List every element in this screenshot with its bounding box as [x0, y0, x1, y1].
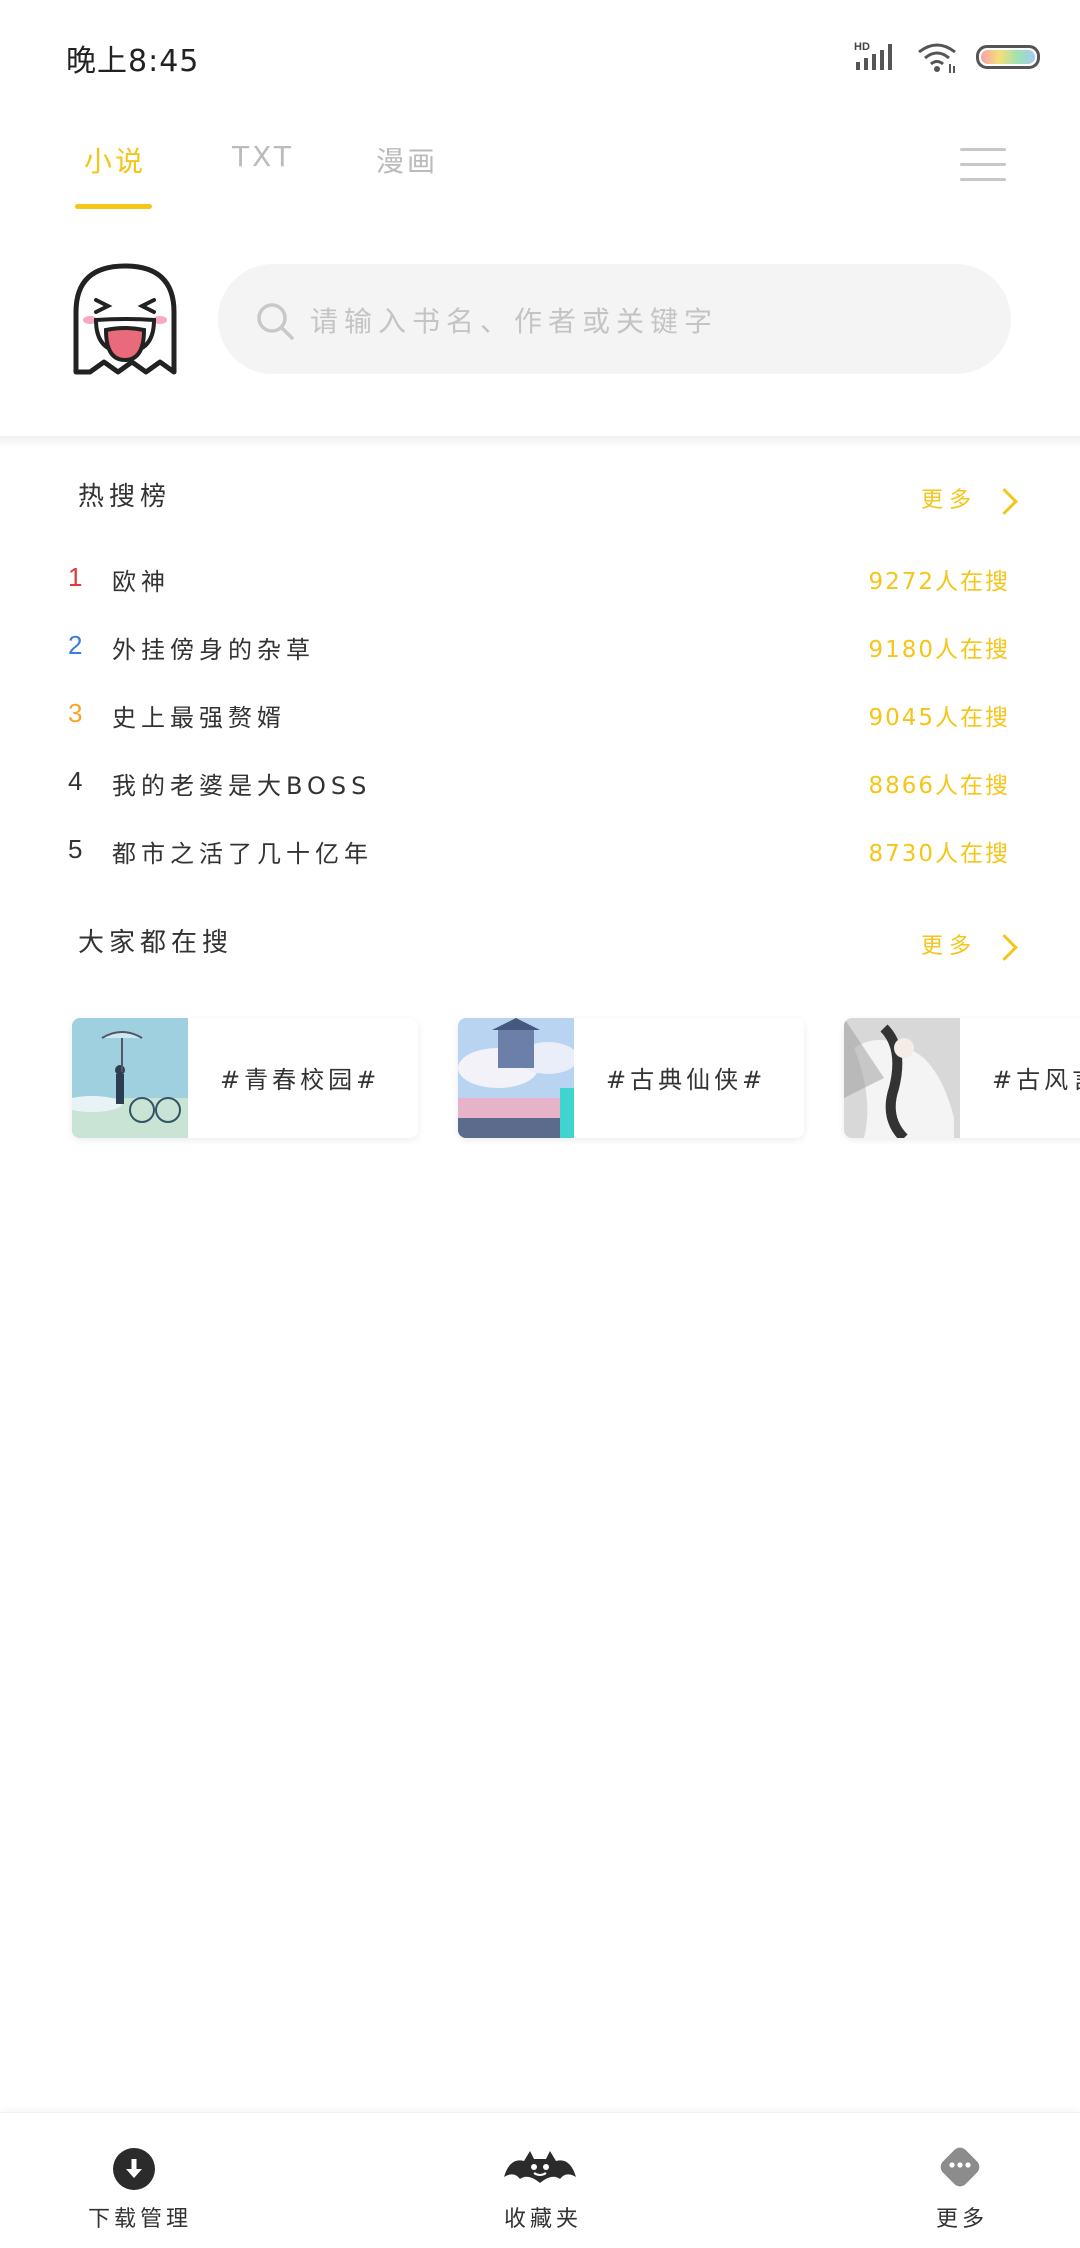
wifi-icon	[918, 43, 956, 73]
tag-label: #古典仙侠#	[606, 1066, 767, 1094]
hot-search-item[interactable]: 1 欧神 9272人在搜	[0, 562, 1080, 612]
bottom-nav-label: 下载管理	[88, 2207, 193, 2232]
category-tabs: 小说 TXT 漫画	[0, 140, 1080, 220]
hot-search-count: 9272人在搜	[868, 569, 1010, 595]
fantasy-castle-thumbnail	[458, 1018, 574, 1138]
bottom-nav-favorites[interactable]: 收藏夹	[500, 2113, 590, 2248]
school-bicycle-thumbnail	[72, 1018, 188, 1138]
hot-search-item[interactable]: 3 史上最强赘婿 9045人在搜	[0, 698, 1080, 748]
tag-card[interactable]: #青春校园#	[72, 1018, 418, 1138]
status-time: 晚上8:45	[66, 44, 200, 79]
search-header: 请输入书名、作者或关键字	[0, 250, 1080, 390]
search-input[interactable]: 请输入书名、作者或关键字	[218, 264, 1011, 374]
tab-novel[interactable]: 小说	[84, 140, 146, 180]
bat-icon	[504, 2151, 576, 2183]
hot-book-name: 外挂傍身的杂草	[112, 636, 315, 664]
everyone-search-title: 大家都在搜	[78, 928, 234, 958]
hot-rank: 5	[68, 834, 83, 864]
download-icon	[113, 2148, 155, 2190]
ancient-style-figure-thumbnail	[844, 1018, 960, 1138]
ghost-mascot-icon[interactable]	[68, 260, 182, 380]
hot-search-item[interactable]: 5 都市之活了几十亿年 8730人在搜	[0, 834, 1080, 884]
search-icon	[257, 303, 294, 340]
status-bar: 晚上8:45 HD	[0, 0, 1080, 110]
hot-book-name: 我的老婆是大BOSS	[112, 772, 372, 800]
tag-card[interactable]: #古典仙侠#	[458, 1018, 804, 1138]
hot-rank: 2	[68, 630, 83, 660]
hot-search-more-button[interactable]: 更多	[920, 482, 1018, 515]
bottom-navigation: 下载管理 收藏夹 更多	[0, 2112, 1080, 2248]
hot-book-name: 欧神	[112, 568, 170, 596]
tag-label: #古风言	[992, 1066, 1080, 1094]
more-label: 更多	[920, 934, 977, 959]
hot-search-count: 9045人在搜	[868, 705, 1010, 731]
hot-rank: 3	[68, 698, 83, 728]
signal-icon: HD	[854, 41, 892, 70]
hot-search-count: 8730人在搜	[868, 841, 1010, 867]
everyone-search-more-button[interactable]: 更多	[920, 928, 1018, 961]
hot-search-count: 8866人在搜	[868, 773, 1010, 799]
hot-rank: 1	[68, 562, 83, 592]
chevron-right-icon	[991, 933, 1018, 961]
chevron-right-icon	[991, 487, 1018, 515]
tag-card-carousel[interactable]: #青春校园# #古典仙侠# #古风言	[0, 1016, 1080, 1144]
bottom-nav-more[interactable]: 更多	[932, 2113, 992, 2248]
tab-comic[interactable]: 漫画	[376, 140, 438, 180]
battery-icon	[976, 45, 1040, 69]
status-icons: HD	[854, 40, 1040, 74]
hot-search-item[interactable]: 2 外挂傍身的杂草 9180人在搜	[0, 630, 1080, 680]
hot-book-name: 史上最强赘婿	[112, 704, 286, 732]
hot-search-title: 热搜榜	[78, 482, 172, 512]
active-tab-indicator	[75, 204, 152, 209]
tag-card[interactable]: #古风言	[844, 1018, 1080, 1138]
app-screen: 晚上8:45 HD 小说 TXT 漫画 请输入书名、作者或关键字 热搜榜 更多 …	[0, 0, 1080, 2248]
network-type-label: HD	[854, 41, 870, 53]
menu-icon[interactable]	[960, 148, 1006, 182]
battery-fill	[981, 50, 1035, 64]
bottom-nav-download[interactable]: 下载管理	[86, 2113, 188, 2248]
search-placeholder: 请输入书名、作者或关键字	[310, 305, 719, 338]
bottom-nav-label: 收藏夹	[504, 2207, 583, 2232]
more-icon	[940, 2147, 980, 2187]
hot-book-name: 都市之活了几十亿年	[112, 840, 373, 868]
tab-txt[interactable]: TXT	[232, 140, 294, 173]
hot-search-item[interactable]: 4 我的老婆是大BOSS 8866人在搜	[0, 766, 1080, 816]
section-divider	[0, 436, 1080, 448]
tag-label: #青春校园#	[220, 1066, 381, 1094]
hot-rank: 4	[68, 766, 83, 796]
bottom-nav-label: 更多	[936, 2207, 989, 2232]
more-label: 更多	[920, 488, 977, 513]
hot-search-count: 9180人在搜	[868, 637, 1010, 663]
